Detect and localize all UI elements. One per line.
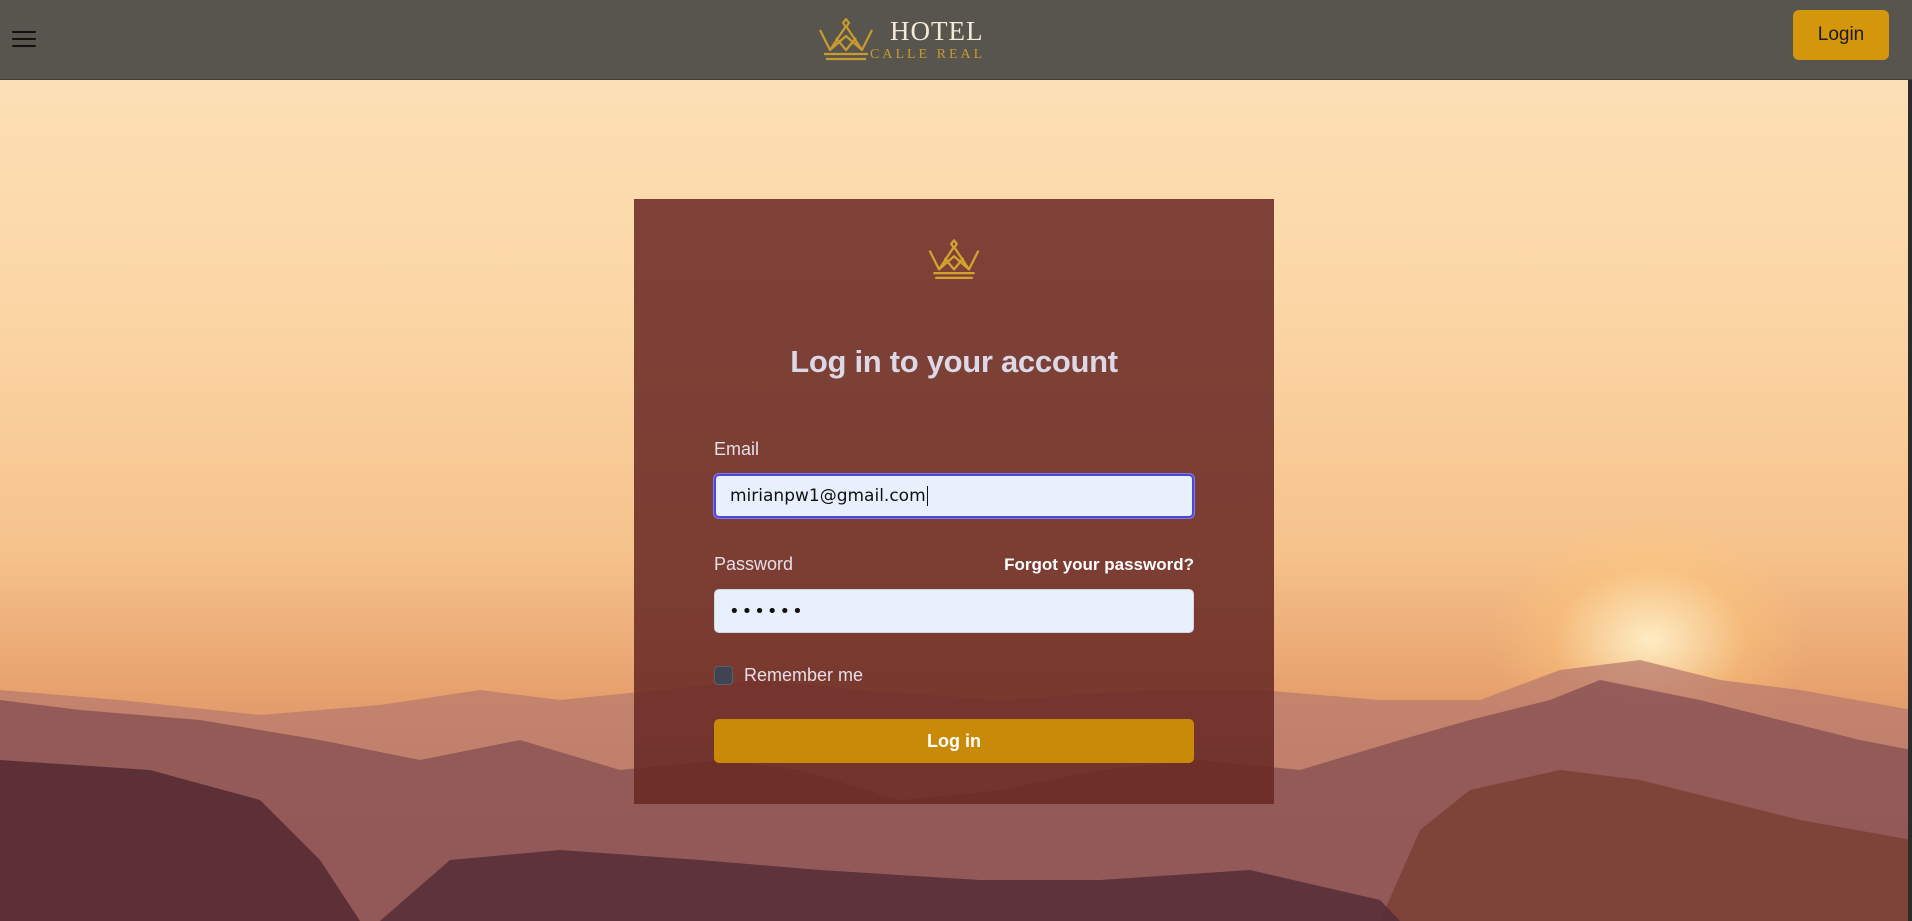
login-submit-button[interactable]: Log in [714, 719, 1194, 763]
checkbox-box[interactable] [714, 666, 733, 685]
crown-icon [928, 239, 980, 279]
password-value: •••••• [729, 600, 805, 622]
top-navigation-bar: HOTEL CALLE REAL Login [0, 0, 1912, 80]
text-caret [926, 486, 928, 506]
email-value: mirianpw1@gmail.com [730, 486, 926, 506]
forgot-password-link[interactable]: Forgot your password? [1004, 555, 1194, 575]
email-label: Email [714, 439, 760, 459]
hamburger-menu-icon[interactable] [12, 28, 38, 50]
page-title: Log in to your account [790, 344, 1118, 379]
password-field[interactable]: •••••• [714, 589, 1194, 633]
brand-subtitle: CALLE REAL [870, 47, 986, 62]
login-card: Log in to your account Email mirianpw1@g… [634, 199, 1274, 804]
crown-logo-icon [819, 17, 873, 61]
remember-me-label: Remember me [744, 665, 864, 685]
header-login-button[interactable]: Login [1793, 10, 1889, 60]
password-label: Password [714, 554, 794, 574]
brand-logo[interactable]: HOTEL CALLE REAL [814, 14, 985, 66]
scrollbar[interactable] [1908, 80, 1912, 921]
remember-me-checkbox[interactable]: Remember me [714, 665, 863, 686]
email-field[interactable]: mirianpw1@gmail.com [714, 474, 1194, 518]
brand-name: HOTEL [890, 16, 984, 46]
